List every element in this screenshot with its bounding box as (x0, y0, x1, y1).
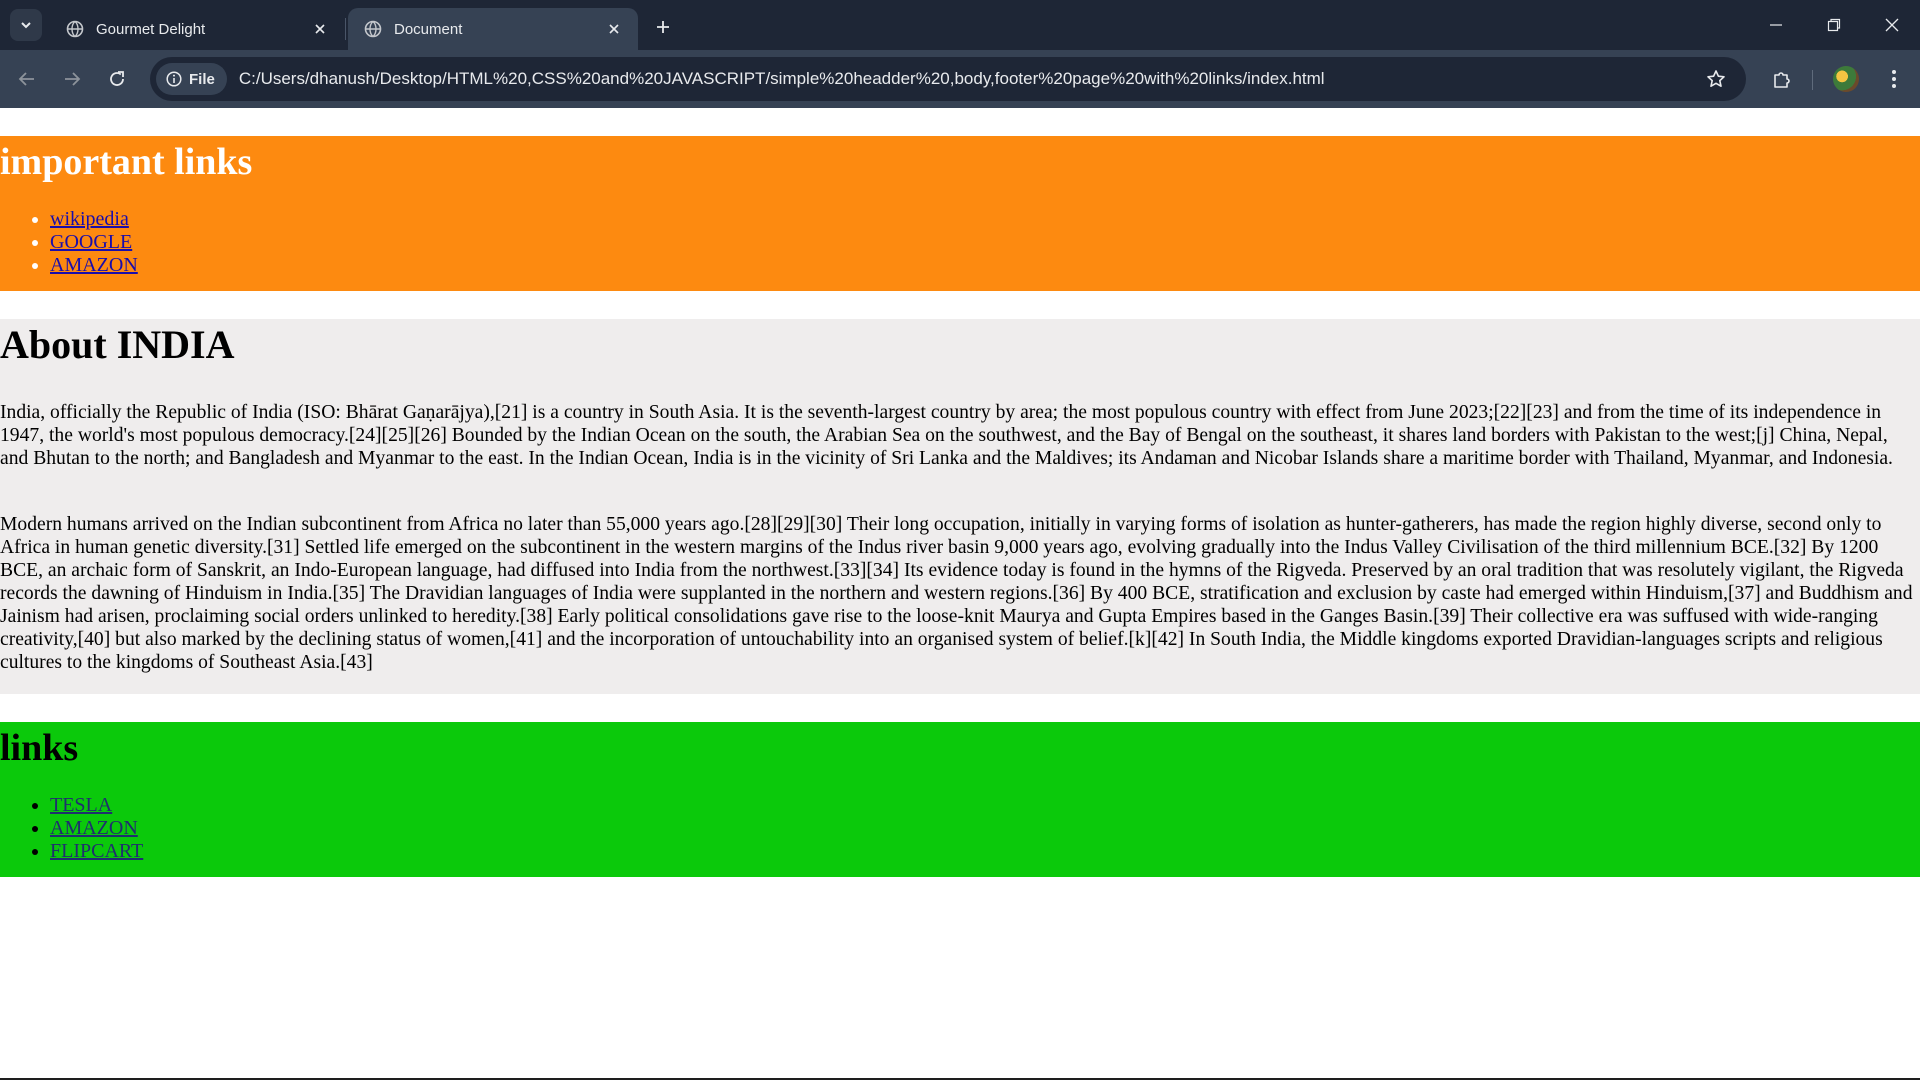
footer-title: links (0, 727, 79, 769)
avatar (1833, 66, 1859, 92)
header-section: important links wikipedia GOOGLE AMAZON (0, 136, 1920, 291)
tab-title: Document (394, 20, 463, 38)
list-item: FLIPCART (50, 840, 143, 863)
close-icon (315, 24, 325, 34)
link-amazon[interactable]: AMAZON (50, 817, 138, 839)
about-paragraph: Modern humans arrived on the Indian subc… (0, 514, 1913, 673)
list-item: TESLA (50, 794, 143, 817)
about-title: About INDIA (0, 322, 235, 367)
site-info-chip[interactable]: File (156, 63, 227, 95)
puzzle-icon (1774, 72, 1790, 88)
header-title: important links (0, 141, 253, 183)
browser-menu-button[interactable] (1878, 63, 1910, 95)
footer-section: links TESLA AMAZON FLIPCART (0, 722, 1920, 877)
info-icon (166, 71, 182, 87)
minimize-button[interactable] (1748, 0, 1804, 50)
globe-icon (364, 20, 382, 38)
tab-close-button[interactable] (310, 19, 330, 39)
about-paragraph: India, officially the Republic of India … (0, 402, 1893, 469)
profile-button[interactable] (1830, 63, 1862, 95)
file-chip-label: File (189, 70, 215, 88)
list-item: GOOGLE (50, 231, 138, 254)
list-item: AMAZON (50, 254, 138, 277)
header-link-list: wikipedia GOOGLE AMAZON (0, 208, 138, 277)
link-wikipedia[interactable]: wikipedia (50, 208, 129, 230)
new-tab-button[interactable] (648, 12, 678, 42)
restore-icon (1827, 18, 1841, 32)
reload-button[interactable] (102, 64, 132, 94)
browser-toolbar: File C:/Users/dhanush/Desktop/HTML%20,CS… (0, 50, 1920, 108)
forward-button[interactable] (57, 64, 87, 94)
close-window-button[interactable] (1864, 0, 1920, 50)
url-text[interactable]: C:/Users/dhanush/Desktop/HTML%20,CSS%20a… (239, 69, 1698, 89)
bookmark-button[interactable] (1698, 61, 1734, 97)
globe-icon (66, 20, 84, 38)
tab-separator (345, 18, 346, 40)
footer-link-list: TESLA AMAZON FLIPCART (0, 794, 143, 863)
arrow-right-icon (65, 72, 81, 86)
tab-search-button[interactable] (10, 9, 42, 41)
reload-icon (110, 71, 124, 86)
list-item: AMAZON (50, 817, 143, 840)
toolbar-divider (1812, 70, 1813, 90)
address-bar[interactable]: File C:/Users/dhanush/Desktop/HTML%20,CS… (150, 57, 1746, 101)
plus-icon (657, 21, 669, 33)
tab-strip: Gourmet Delight Document (0, 0, 1920, 50)
star-icon (1707, 70, 1725, 87)
close-icon (609, 24, 619, 34)
tab-document[interactable]: Document (348, 8, 638, 50)
close-icon (1885, 18, 1899, 32)
link-amazon[interactable]: AMAZON (50, 254, 138, 276)
minimize-icon (1770, 24, 1782, 26)
chevron-down-icon (21, 22, 31, 29)
kebab-menu-icon (1892, 70, 1896, 88)
tab-gourmet-delight[interactable]: Gourmet Delight (50, 8, 344, 50)
tab-close-button[interactable] (604, 19, 624, 39)
list-item: wikipedia (50, 208, 138, 231)
link-tesla[interactable]: TESLA (50, 794, 112, 816)
link-google[interactable]: GOOGLE (50, 231, 132, 253)
tab-title: Gourmet Delight (96, 20, 206, 38)
link-flipcart[interactable]: FLIPCART (50, 840, 143, 862)
about-section: About INDIA India, officially the Republ… (0, 319, 1920, 694)
extensions-button[interactable] (1766, 63, 1798, 95)
page-viewport: important links wikipedia GOOGLE AMAZON … (0, 108, 1920, 1080)
arrow-left-icon (18, 72, 34, 86)
restore-button[interactable] (1806, 0, 1862, 50)
back-button[interactable] (12, 64, 42, 94)
